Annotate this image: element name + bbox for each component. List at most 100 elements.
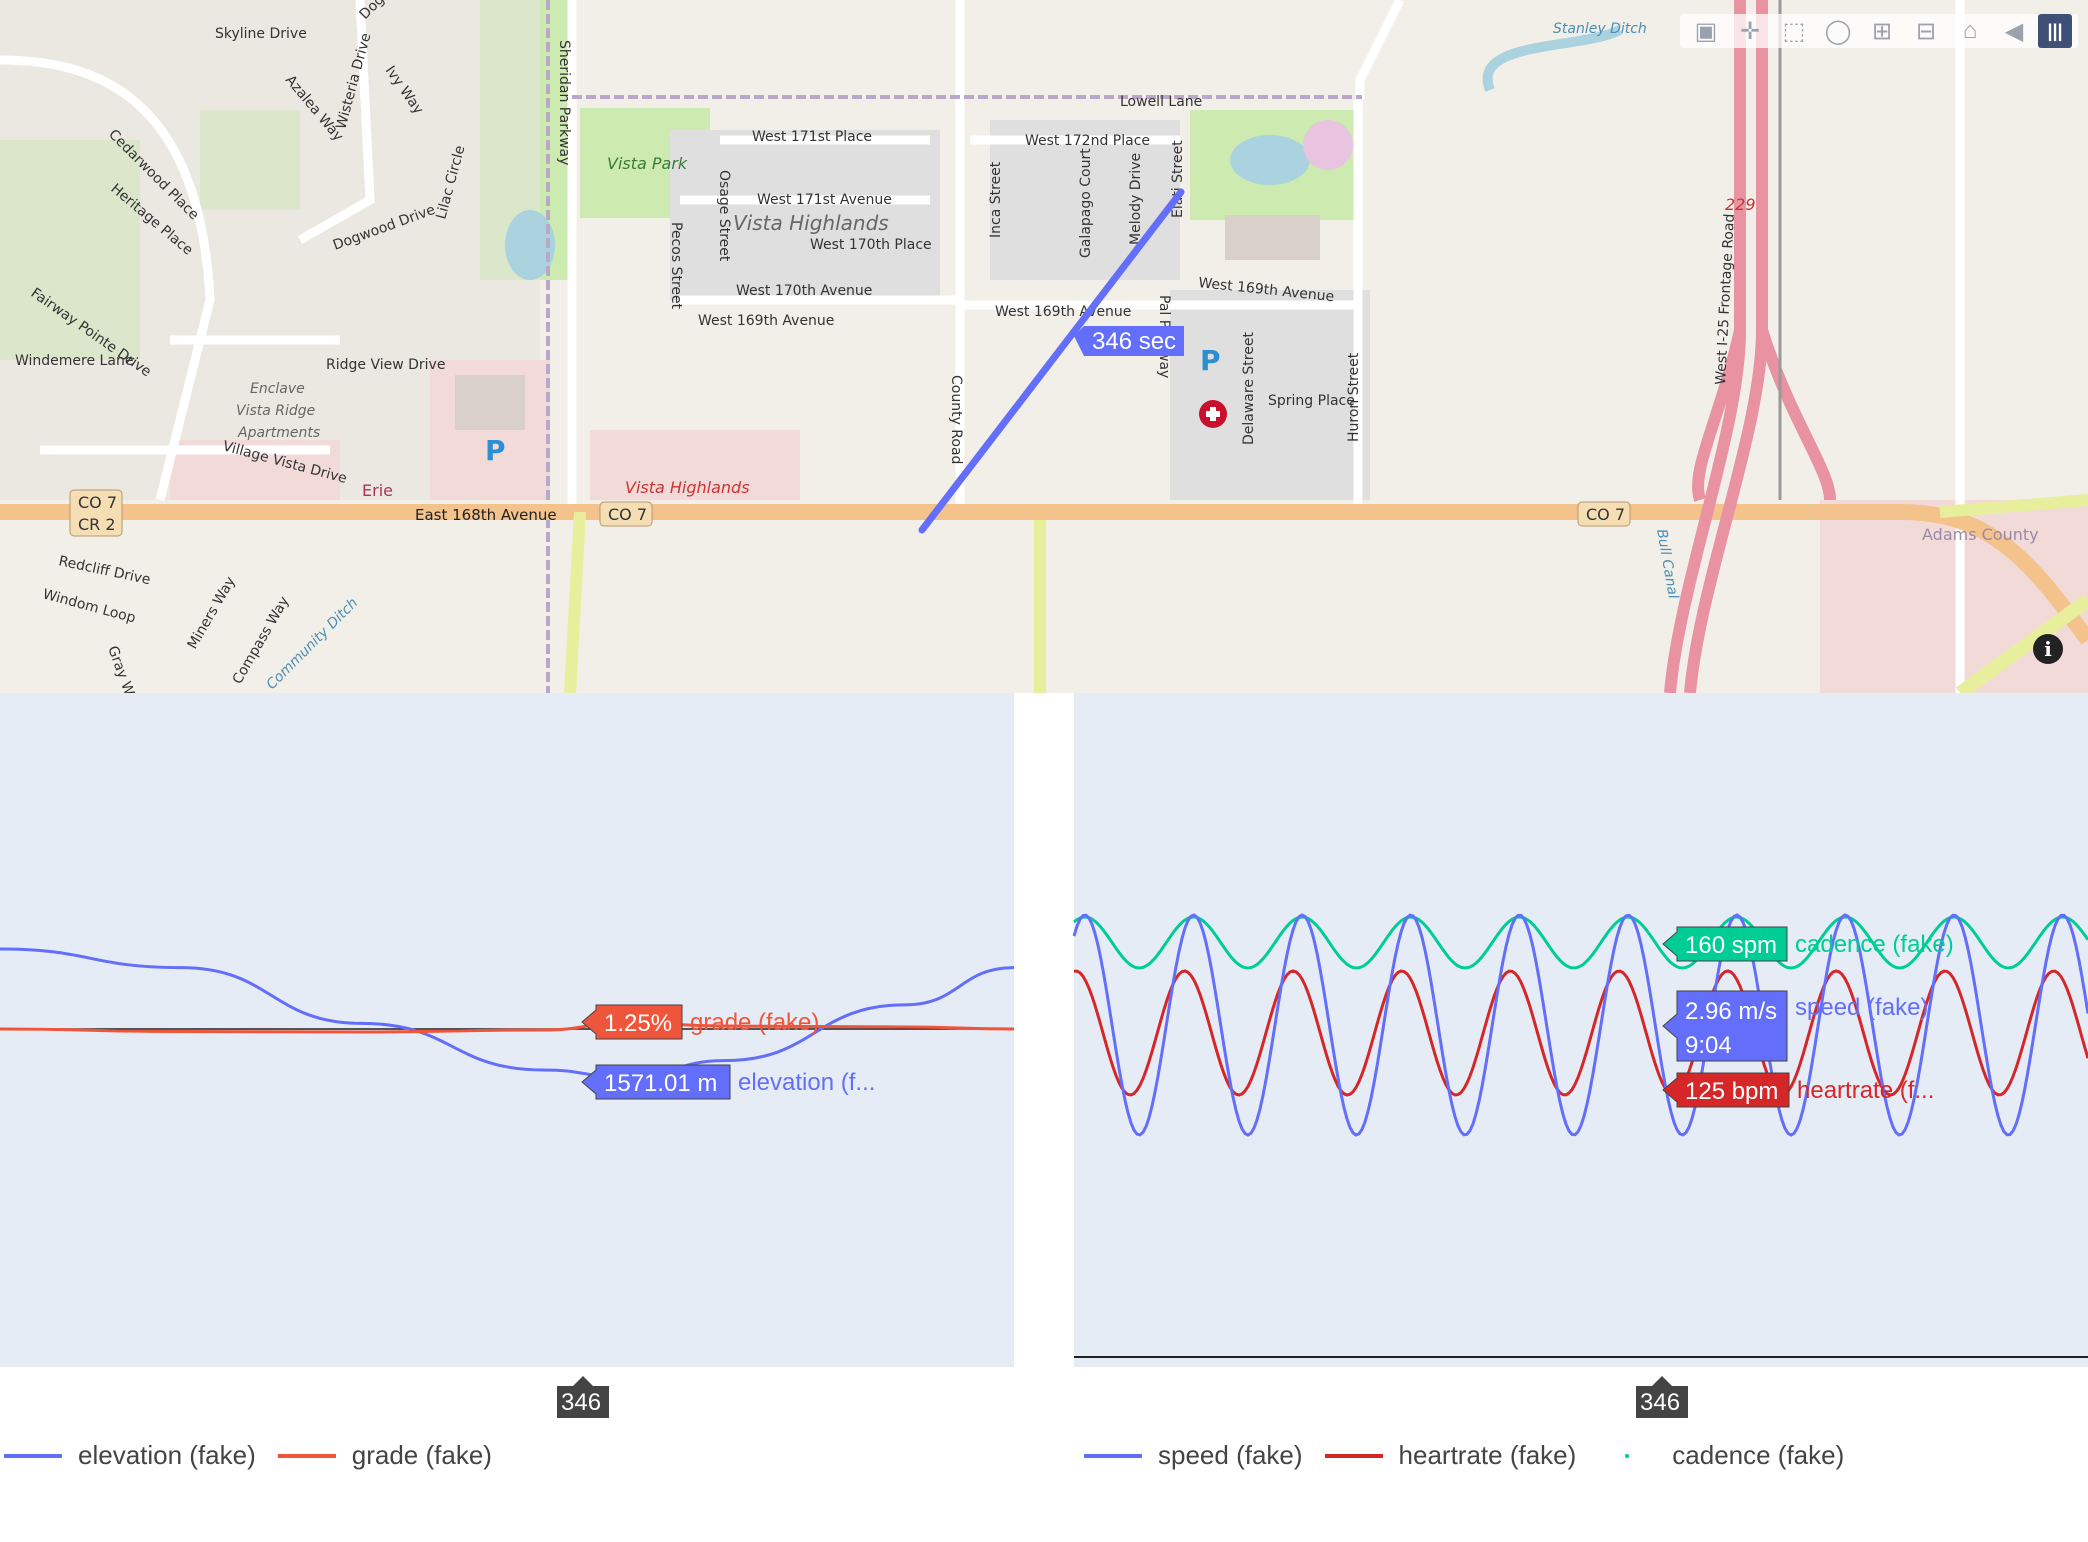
svg-text:Vista Ridge: Vista Ridge [236,403,315,419]
legend-item-speed[interactable]: speed (fake) [1084,1440,1303,1471]
camera-icon[interactable]: ▣ [1686,14,1726,48]
cadence-hover-label: 160 spm [1662,926,1788,962]
hover-label-text: 125 bpm [1685,1078,1778,1105]
route-map[interactable]: Skyline Drive Sheridan Parkway Vista Par… [0,0,2088,693]
svg-text:Windom Loop: Windom Loop [41,586,137,626]
svg-text:Spring Place: Spring Place [1268,393,1355,409]
legend-swatch [1084,1453,1142,1458]
hover-label-text: 9:04 [1685,1032,1732,1059]
svg-text:346 sec: 346 sec [1092,328,1176,355]
svg-text:Adams County: Adams County [1922,525,2039,544]
svg-text:CO 7: CO 7 [78,493,117,512]
svg-text:Sheridan Parkway: Sheridan Parkway [556,40,572,165]
x-hover-text: 346 [561,1389,601,1416]
lasso-icon[interactable]: ◯ [1818,14,1858,48]
svg-text:P: P [1200,344,1221,377]
water-body [1230,135,1310,185]
legend-swatch [4,1453,62,1458]
building [1225,215,1320,260]
legend-label: speed (fake) [1158,1440,1303,1470]
heartrate-hover-name: heartrate (f... [1797,1077,1934,1104]
elevation-hover-name: elevation (f... [738,1069,875,1096]
pan-icon[interactable]: ✛ [1730,14,1770,48]
svg-text:Erie: Erie [362,481,393,500]
svg-text:CR 2: CR 2 [78,515,116,534]
legend-swatch [1324,1453,1383,1458]
svg-text:CO 7: CO 7 [608,505,647,524]
svg-text:West 170th Place: West 170th Place [810,237,932,253]
svg-text:West 171st Place: West 171st Place [752,129,872,145]
x-hover-text: 346 [1640,1389,1680,1416]
plot-area-right [1074,693,2088,1367]
svg-text:Inca Street: Inca Street [988,161,1004,238]
svg-text:Miners Way: Miners Way [185,574,239,652]
building [455,375,525,430]
svg-text:Bull Canal: Bull Canal [1653,528,1681,600]
heartrate-hover-label: 125 bpm [1662,1072,1790,1108]
grade-hover-label: 1.25% [581,1004,683,1040]
x-hover-label-right: 346 [1636,1376,1688,1418]
svg-text:Skyline Drive: Skyline Drive [215,26,307,42]
toggle-hover-icon[interactable]: ◀ [1994,14,2034,48]
svg-text:West 171st Avenue: West 171st Avenue [757,192,892,208]
hospital-icon [1199,400,1227,428]
svg-text:Vista Park: Vista Park [607,154,688,173]
svg-text:CO 7: CO 7 [1586,505,1625,524]
grade-hover-name: grade (fake) [690,1009,819,1036]
svg-text:Vista Highlands: Vista Highlands [733,211,889,235]
box-select-icon[interactable]: ⬚ [1774,14,1814,48]
legend-label: heartrate (fake) [1398,1440,1577,1470]
svg-text:Pecos Street: Pecos Street [668,222,684,310]
legend-item-cadence[interactable]: cadence (fake) [1598,1440,1844,1471]
legend-swatch [1598,1453,1656,1458]
legend-label: grade (fake) [351,1440,492,1470]
stanley-ditch [1482,25,1623,92]
legend-label: elevation (fake) [78,1440,256,1470]
hover-label-text: 1571.01 m [604,1070,717,1097]
zoom-out-icon[interactable]: ⊟ [1906,14,1946,48]
svg-text:Enclave: Enclave [250,381,305,397]
svg-text:West 169th Avenue: West 169th Avenue [995,304,1131,320]
svg-text:East 168th Avenue: East 168th Avenue [415,506,557,524]
legend-swatch [277,1453,336,1458]
svg-text:P: P [485,434,506,467]
svg-text:Melody Drive: Melody Drive [1128,153,1144,245]
legend-label: cadence (fake) [1672,1440,1845,1470]
i25-highway [1664,0,1836,693]
legend-right: speed (fake) heartrate (fake) cadence (f… [1084,1440,1866,1471]
svg-text:Galapago Court: Galapago Court [1078,148,1094,258]
legend-item-grade[interactable]: grade (fake) [277,1440,492,1471]
hover-label-text: 160 spm [1685,932,1777,959]
svg-text:Huron Street: Huron Street [1346,352,1362,442]
hover-label-text: 2.96 m/s [1685,998,1777,1025]
plotly-logo-icon[interactable]: ||| [2038,14,2072,48]
legend-item-elevation[interactable]: elevation (fake) [4,1440,256,1471]
map-tiles: Skyline Drive Sheridan Parkway Vista Par… [0,0,2088,693]
svg-text:Ridge View Drive: Ridge View Drive [326,357,445,373]
svg-text:Windemere Lane: Windemere Lane [15,353,133,369]
svg-text:Lowell Lane: Lowell Lane [1120,94,1202,110]
svg-text:Osage Street: Osage Street [716,170,732,262]
svg-text:Gray Wolf: Gray Wolf [104,644,143,693]
svg-text:West 172nd Place: West 172nd Place [1025,133,1150,149]
svg-text:Apartments: Apartments [237,425,320,441]
svg-text:West 169th Avenue: West 169th Avenue [698,313,834,329]
svg-text:Vista Highlands: Vista Highlands [625,478,750,497]
map-info-icon[interactable]: i [2033,634,2063,664]
hover-label-text: 1.25% [604,1010,672,1037]
speed-hover-label: 2.96 m/s 9:04 [1662,990,1788,1062]
legend-item-heartrate[interactable]: heartrate (fake) [1324,1440,1577,1471]
pool-area [1303,120,1353,170]
chart-panels: 1.25% grade (fake) 1571.01 m elevation (f..… [0,693,2088,1418]
side-road [564,511,586,693]
svg-text:West 170th Avenue: West 170th Avenue [736,283,872,299]
zoom-in-icon[interactable]: ⊞ [1862,14,1902,48]
legend-left: elevation (fake) grade (fake) [4,1440,514,1471]
svg-text:Delaware Street: Delaware Street [1241,332,1257,445]
modebar: ▣ ✛ ⬚ ◯ ⊞ ⊟ ⌂ ◀ ||| [1680,14,2078,48]
route-hover-label: 346 sec [1074,326,1184,356]
svg-text:229: 229 [1725,195,1756,214]
reset-icon[interactable]: ⌂ [1950,14,1990,48]
speed-hover-name: speed (fake) [1795,994,1928,1021]
x-hover-label-left: 346 [557,1376,609,1418]
